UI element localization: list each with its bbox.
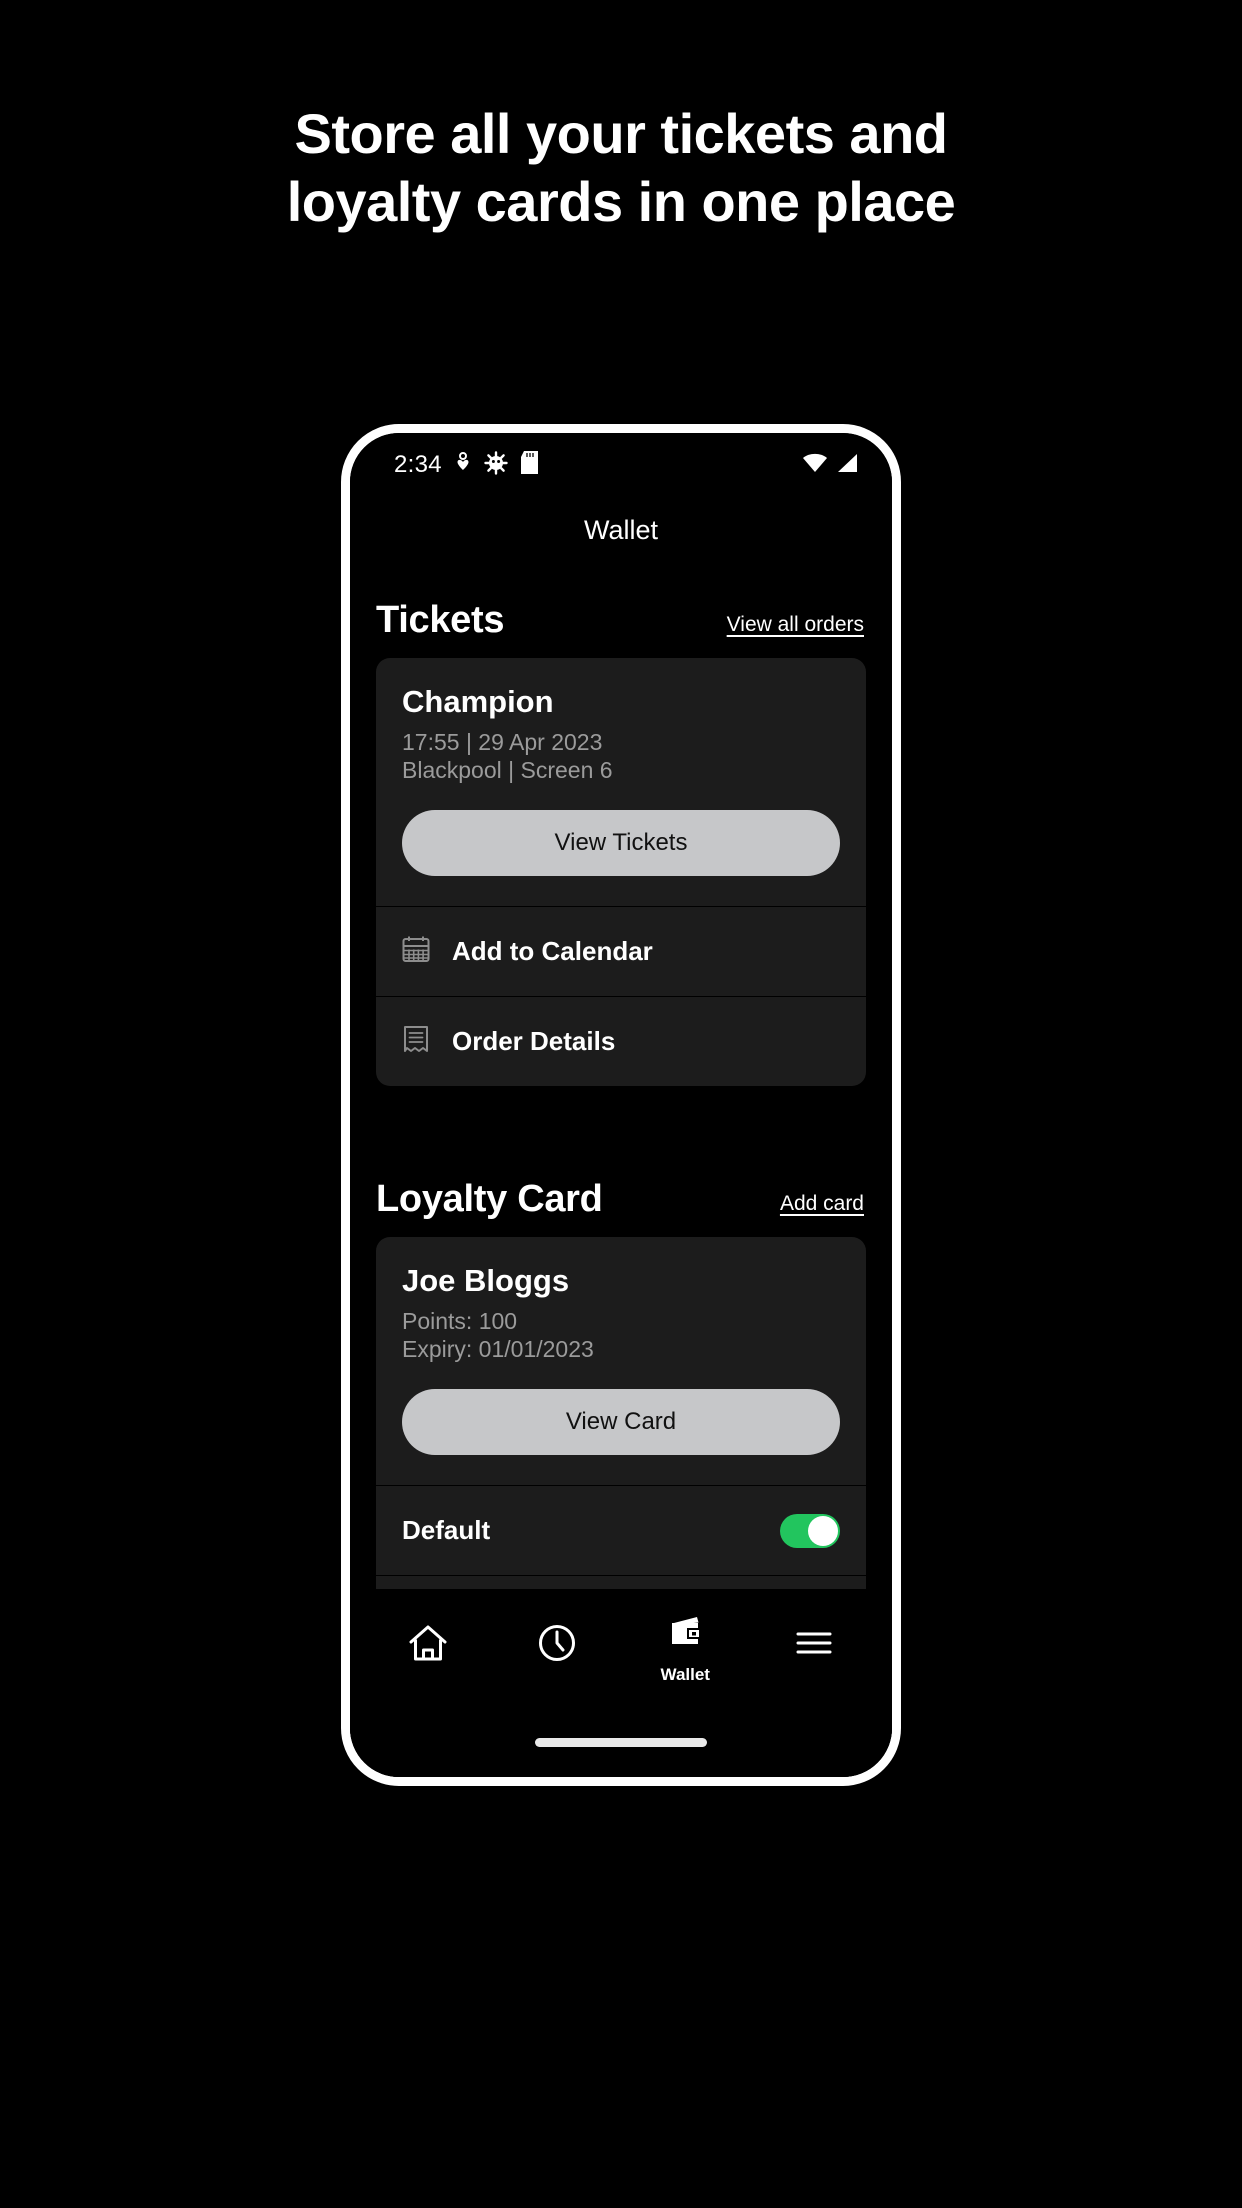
headline-line-2: loyalty cards in one place bbox=[286, 170, 956, 234]
wifi-icon bbox=[802, 452, 828, 479]
health-heart-icon bbox=[455, 451, 471, 479]
add-to-calendar-label: Add to Calendar bbox=[452, 936, 653, 967]
loyalty-card-body: Joe Bloggs Points: 100 Expiry: 01/01/202… bbox=[376, 1237, 866, 1485]
wallet-icon bbox=[664, 1612, 706, 1659]
default-toggle[interactable] bbox=[780, 1513, 840, 1548]
cellular-signal-icon bbox=[835, 452, 858, 479]
view-all-orders-link[interactable]: View all orders bbox=[727, 613, 864, 642]
sd-card-icon bbox=[520, 451, 538, 479]
android-debug-bug-icon bbox=[484, 450, 508, 480]
tickets-section-header: Tickets View all orders bbox=[350, 563, 892, 658]
ticket-title: Champion bbox=[402, 684, 554, 719]
receipt-icon bbox=[402, 1025, 430, 1058]
page-title: Store all your tickets and loyalty cards… bbox=[120, 100, 1122, 237]
app-bar-title: Wallet bbox=[583, 514, 658, 545]
home-indicator-zone bbox=[350, 1707, 892, 1777]
bottom-navigation: Wallet bbox=[350, 1589, 892, 1707]
home-indicator[interactable] bbox=[535, 1737, 707, 1747]
scroll-content[interactable]: Tickets View all orders Champion 17:55 |… bbox=[350, 563, 892, 1589]
loyalty-holder-name: Joe Bloggs bbox=[402, 1263, 570, 1299]
nav-item-wallet[interactable]: Wallet bbox=[630, 1612, 740, 1685]
loyalty-expiry: Expiry: 01/01/2023 bbox=[402, 1336, 594, 1363]
loyalty-card: Joe Bloggs Points: 100 Expiry: 01/01/202… bbox=[376, 1237, 866, 1589]
order-details-label: Order Details bbox=[452, 1026, 616, 1057]
nav-item-menu[interactable] bbox=[759, 1622, 869, 1675]
status-bar-clock: 2:34 bbox=[394, 451, 442, 478]
phone-screen: 2:34 Wallet Tickets View all orders Cham… bbox=[350, 433, 892, 1777]
calendar-icon bbox=[402, 935, 430, 968]
default-toggle-row[interactable]: Default bbox=[376, 1485, 866, 1575]
status-bar: 2:34 bbox=[350, 433, 892, 497]
app-bar: Wallet bbox=[350, 497, 892, 563]
ticket-venue: Blackpool | Screen 6 bbox=[402, 757, 613, 784]
ticket-card-body: Champion 17:55 | 29 Apr 2023 Blackpool |… bbox=[376, 658, 866, 906]
order-details-row[interactable]: Order Details bbox=[376, 996, 866, 1086]
phone-mockup: 2:34 Wallet Tickets View all orders Cham… bbox=[341, 424, 901, 1786]
ticket-datetime: 17:55 | 29 Apr 2023 bbox=[402, 729, 603, 755]
phone-frame: 2:34 Wallet Tickets View all orders Cham… bbox=[341, 424, 901, 1786]
hero-section: Store all your tickets and loyalty cards… bbox=[0, 0, 1242, 237]
add-card-link[interactable]: Add card bbox=[780, 1192, 864, 1221]
ticket-card: Champion 17:55 | 29 Apr 2023 Blackpool |… bbox=[376, 658, 866, 1087]
add-to-calendar-row[interactable]: Add to Calendar bbox=[376, 906, 866, 996]
default-label: Default bbox=[402, 1515, 491, 1546]
nav-item-history[interactable] bbox=[502, 1622, 612, 1675]
loyalty-points: Points: 100 bbox=[402, 1308, 518, 1335]
toggle-knob bbox=[808, 1515, 838, 1546]
loyalty-section-header: Loyalty Card Add card bbox=[350, 1142, 892, 1237]
view-card-button[interactable]: View Card bbox=[402, 1389, 840, 1456]
nav-item-home[interactable] bbox=[373, 1622, 483, 1675]
headline-line-1: Store all your tickets and bbox=[294, 102, 948, 165]
tickets-section-title: Tickets bbox=[376, 599, 505, 641]
nav-label-wallet: Wallet bbox=[660, 1664, 710, 1684]
history-clock-icon bbox=[536, 1622, 578, 1669]
menu-hamburger-icon bbox=[793, 1622, 835, 1669]
status-bar-left: 2:34 bbox=[394, 450, 538, 480]
home-icon bbox=[407, 1622, 449, 1669]
loyalty-section-title: Loyalty Card bbox=[376, 1178, 603, 1221]
loyalty-extra-row-clipped[interactable] bbox=[376, 1575, 866, 1589]
status-bar-right bbox=[802, 452, 858, 479]
view-tickets-button[interactable]: View Tickets bbox=[402, 810, 840, 877]
